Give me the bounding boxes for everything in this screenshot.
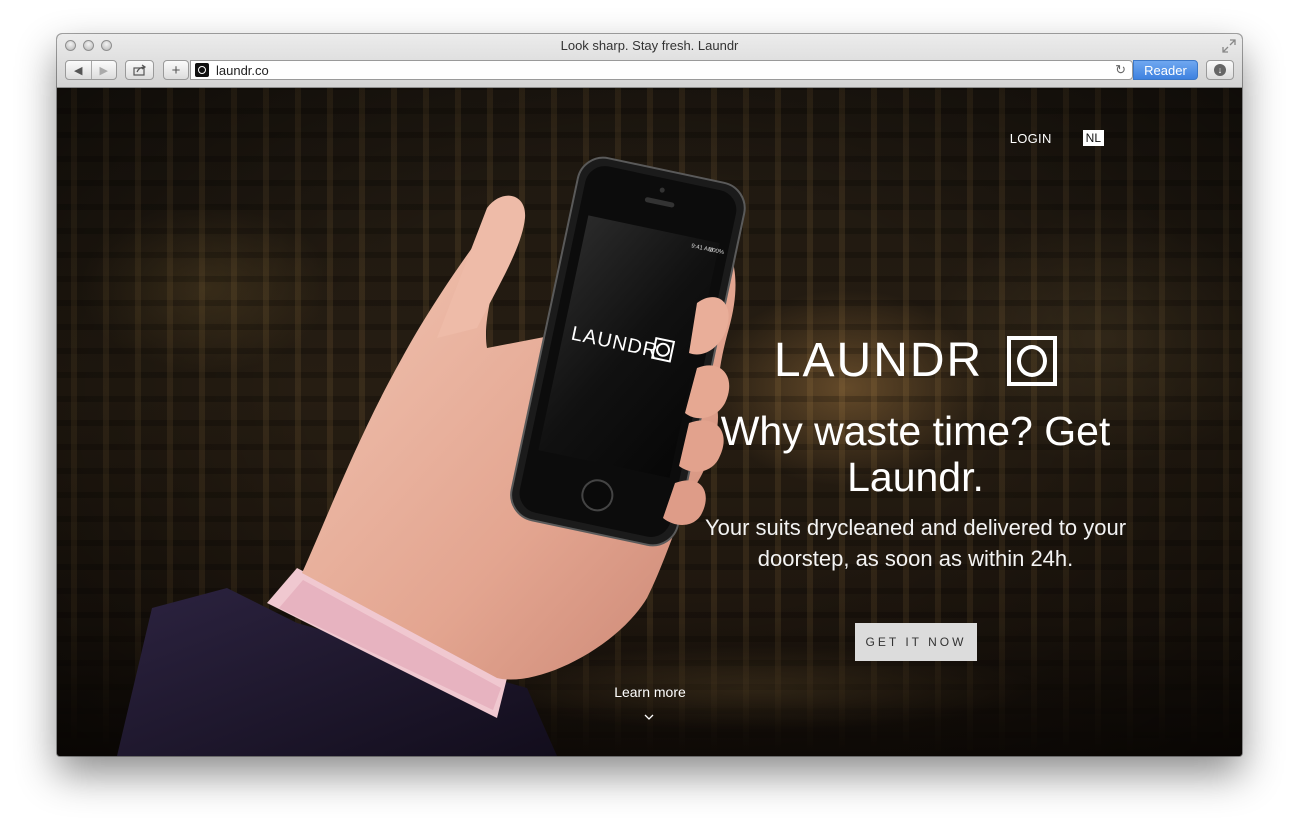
- browser-toolbar: Look sharp. Stay fresh. Laundr ◀ ▶ + lau…: [57, 34, 1242, 88]
- share-icon: [132, 64, 146, 76]
- add-bookmark-button[interactable]: +: [163, 60, 189, 80]
- laundr-logo-icon: [1007, 335, 1058, 386]
- url-text[interactable]: laundr.co: [216, 63, 269, 78]
- window-title: Look sharp. Stay fresh. Laundr: [560, 38, 739, 53]
- get-it-now-button[interactable]: GET IT NOW: [855, 623, 977, 661]
- site-favicon-icon: [195, 63, 209, 77]
- fullscreen-icon[interactable]: [1222, 39, 1236, 53]
- hero-section: LAUNDR Why waste time? Get Laundr. Your …: [697, 333, 1134, 574]
- login-link[interactable]: LOGIN: [1010, 131, 1052, 146]
- forward-icon: ▶: [99, 64, 108, 77]
- brand-wordmark: LAUNDR: [773, 334, 984, 387]
- site-nav: LOGIN NL: [1010, 130, 1104, 146]
- back-button[interactable]: ◀: [66, 61, 91, 79]
- hero-subline: Your suits drycleaned and delivered to y…: [704, 515, 1127, 571]
- downloads-button[interactable]: ↓: [1206, 60, 1234, 80]
- page-viewport: 9:41 AM 100% LAUNDR LOGIN NL LAUNDR Why …: [57, 88, 1242, 756]
- brand-logo: LAUNDR: [697, 333, 1134, 388]
- reader-button[interactable]: Reader: [1133, 60, 1198, 80]
- hero-headline: Why waste time? Get Laundr.: [720, 408, 1111, 500]
- reload-icon[interactable]: ↻: [1115, 62, 1126, 78]
- download-icon: ↓: [1214, 64, 1226, 76]
- history-nav: ◀ ▶: [65, 60, 117, 80]
- chevron-down-icon[interactable]: [644, 712, 654, 722]
- share-button[interactable]: [125, 60, 154, 80]
- address-bar[interactable]: laundr.co ↻: [190, 60, 1133, 80]
- language-switch[interactable]: NL: [1082, 130, 1104, 146]
- learn-more-link[interactable]: Learn more: [599, 684, 701, 700]
- back-icon: ◀: [74, 64, 83, 77]
- forward-button[interactable]: ▶: [90, 61, 117, 79]
- plus-icon: +: [171, 61, 181, 79]
- browser-window: Look sharp. Stay fresh. Laundr ◀ ▶ + lau…: [57, 34, 1242, 756]
